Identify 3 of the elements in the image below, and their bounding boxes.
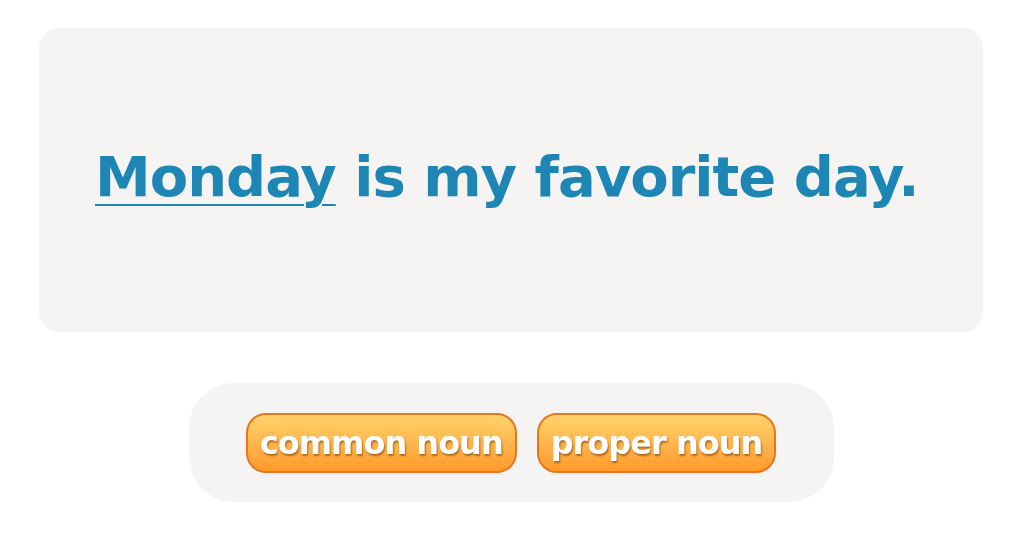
answer-button[interactable]: common noun — [245, 412, 517, 473]
sentence-text: Monday is my favorite day. — [95, 143, 919, 211]
answer-button[interactable]: proper noun — [536, 412, 777, 473]
